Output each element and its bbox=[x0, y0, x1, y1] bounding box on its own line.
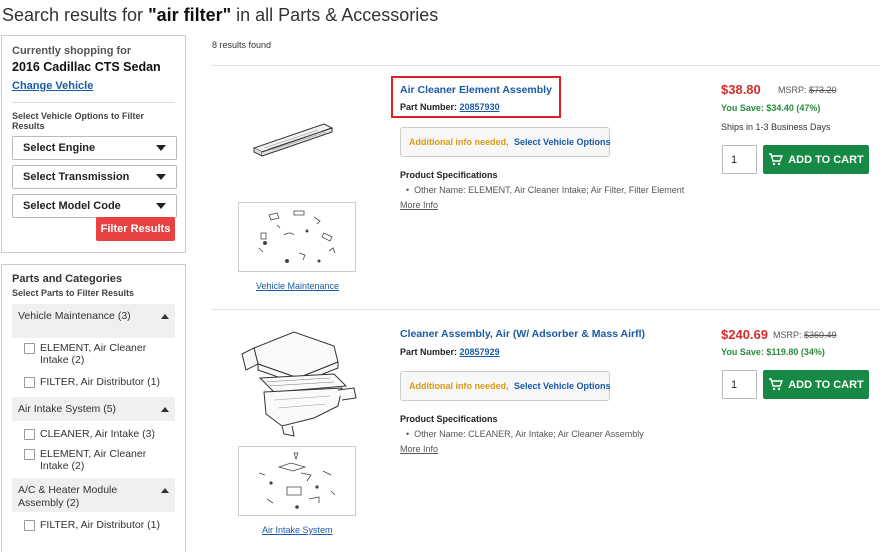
part-number: Part Number: 20857930 bbox=[400, 102, 500, 112]
currently-shopping-label: Currently shopping for bbox=[12, 45, 132, 57]
air-cleaner-assembly-image[interactable] bbox=[234, 326, 364, 438]
more-info-link[interactable]: More Info bbox=[400, 200, 438, 210]
air-filter-element-image[interactable] bbox=[248, 118, 338, 158]
checkbox[interactable] bbox=[24, 343, 35, 354]
more-info-link[interactable]: More Info bbox=[400, 444, 438, 454]
msrp: MSRP: $73.20 bbox=[778, 85, 837, 95]
category-item[interactable]: FILTER, Air Distributor (1) bbox=[12, 370, 175, 392]
vehicle-options-label: Select Vehicle Options to Filter Results bbox=[12, 111, 145, 131]
product-name-link[interactable]: Air Cleaner Element Assembly bbox=[400, 84, 552, 96]
caret-down-icon bbox=[156, 203, 166, 209]
search-query: "air filter" bbox=[148, 5, 232, 25]
spec-item: • Other Name: ELEMENT, Air Cleaner Intak… bbox=[406, 185, 685, 195]
msrp: MSRP: $360.49 bbox=[773, 330, 837, 340]
quantity-input[interactable]: 1 bbox=[722, 370, 757, 399]
price: $240.69 bbox=[721, 327, 768, 342]
additional-info-box: Additional info needed, Select Vehicle O… bbox=[400, 127, 611, 157]
results-count: 8 results found bbox=[212, 40, 272, 50]
divider bbox=[211, 309, 880, 310]
page-title: Search results for "air filter" in all P… bbox=[2, 5, 439, 25]
parts-categories-subtitle: Select Parts to Filter Results bbox=[12, 288, 135, 298]
category-item[interactable]: CLEANER, Air Intake (3) bbox=[12, 421, 175, 444]
caret-down-icon bbox=[156, 145, 166, 151]
shipping-info: Ships in 1-3 Business Days bbox=[721, 122, 831, 132]
checkbox[interactable] bbox=[24, 449, 35, 460]
category-vehicle-maintenance[interactable]: Vehicle Maintenance (3) bbox=[12, 304, 175, 338]
caret-down-icon bbox=[156, 174, 166, 180]
product-name-link[interactable]: Cleaner Assembly, Air (W/ Adsorber & Mas… bbox=[400, 328, 645, 340]
checkbox[interactable] bbox=[24, 520, 35, 531]
parts-categories-title: Parts and Categories bbox=[12, 273, 123, 285]
select-model-code[interactable]: Select Model Code bbox=[12, 194, 177, 218]
product-specifications-title: Product Specifications bbox=[400, 170, 498, 180]
quantity-input[interactable]: 1 bbox=[722, 145, 757, 174]
category-item[interactable]: FILTER, Air Distributor (1) bbox=[12, 512, 175, 535]
checkbox[interactable] bbox=[24, 429, 35, 440]
air-intake-diagram[interactable] bbox=[238, 446, 356, 516]
checkbox[interactable] bbox=[24, 377, 35, 388]
cart-icon bbox=[769, 153, 784, 166]
divider bbox=[211, 65, 880, 66]
price: $38.80 bbox=[721, 82, 761, 97]
additional-info-box: Additional info needed, Select Vehicle O… bbox=[400, 371, 611, 401]
product-specifications-title: Product Specifications bbox=[400, 414, 498, 424]
vehicle-panel: Currently shopping for 2016 Cadillac CTS… bbox=[1, 35, 186, 253]
divider bbox=[12, 102, 175, 103]
select-engine[interactable]: Select Engine bbox=[12, 136, 177, 160]
select-vehicle-options-link[interactable]: Select Vehicle Options bbox=[514, 137, 611, 147]
collapse-icon bbox=[161, 488, 169, 493]
change-vehicle-link[interactable]: Change Vehicle bbox=[12, 80, 175, 92]
category-item[interactable]: ELEMENT, Air Cleaner Intake (2) bbox=[12, 338, 175, 370]
parts-categories-panel: Parts and Categories Select Parts to Fil… bbox=[1, 264, 186, 552]
parts-diagram-icon bbox=[258, 210, 336, 263]
you-save: You Save: $34.40 (47%) bbox=[721, 103, 821, 113]
collapse-icon bbox=[161, 407, 169, 412]
part-number: Part Number: 20857929 bbox=[400, 347, 500, 357]
filter-results-button[interactable]: Filter Results bbox=[96, 217, 175, 241]
air-intake-system-link[interactable]: Air Intake System bbox=[262, 525, 333, 535]
part-number-link[interactable]: 20857930 bbox=[460, 102, 500, 112]
parts-diagram-icon bbox=[258, 452, 336, 509]
spec-item: • Other Name: CLEANER, Air Intake; Air C… bbox=[406, 429, 644, 439]
add-to-cart-button[interactable]: ADD TO CART bbox=[763, 370, 869, 399]
you-save: You Save: $119.80 (34%) bbox=[721, 347, 825, 357]
vehicle-maintenance-link[interactable]: Vehicle Maintenance bbox=[256, 281, 339, 291]
category-item[interactable]: ELEMENT, Air Cleaner Intake (2) bbox=[12, 444, 175, 476]
select-transmission[interactable]: Select Transmission bbox=[12, 165, 177, 189]
add-to-cart-button[interactable]: ADD TO CART bbox=[763, 145, 869, 174]
collapse-icon bbox=[161, 314, 169, 319]
category-ac-heater-module[interactable]: A/C & Heater Module Assembly (2) bbox=[12, 478, 175, 512]
vehicle-name: 2016 Cadillac CTS Sedan bbox=[12, 60, 161, 74]
cart-icon bbox=[769, 378, 784, 391]
vehicle-maintenance-diagram[interactable] bbox=[238, 202, 356, 272]
category-air-intake-system[interactable]: Air Intake System (5) bbox=[12, 397, 175, 421]
part-number-link[interactable]: 20857929 bbox=[460, 347, 500, 357]
select-vehicle-options-link[interactable]: Select Vehicle Options bbox=[514, 381, 611, 391]
